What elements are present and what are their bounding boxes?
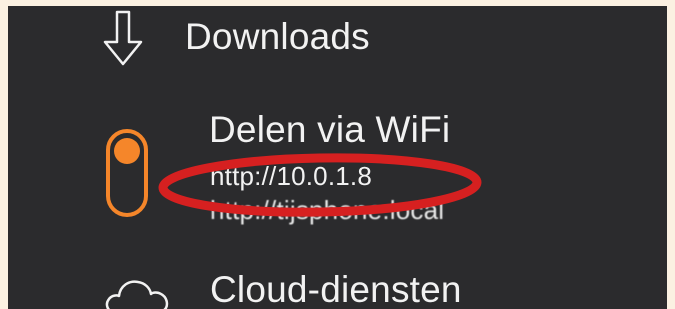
menu-item-wifi-sharing[interactable]: Delen via WiFi http://10.0.1.8 http://ti… (8, 91, 667, 256)
cloud-services-label: Cloud-diensten (210, 269, 462, 309)
menu-panel: Downloads Delen via WiFi http://10.0.1.8… (8, 6, 667, 309)
wifi-url-ip: http://10.0.1.8 (210, 161, 373, 191)
toggle-switch-icon[interactable] (105, 128, 149, 218)
wifi-sharing-label: Delen via WiFi (209, 109, 451, 150)
menu-item-downloads[interactable]: Downloads (8, 6, 667, 91)
wifi-url-hostname: http://tijsphone.local (210, 195, 445, 225)
screenshot-frame: Downloads Delen via WiFi http://10.0.1.8… (0, 0, 675, 309)
downloads-label: Downloads (185, 16, 370, 57)
download-arrow-icon (101, 10, 145, 68)
menu-item-cloud-services[interactable]: Cloud-diensten (8, 256, 667, 309)
cloud-icon (103, 274, 175, 309)
